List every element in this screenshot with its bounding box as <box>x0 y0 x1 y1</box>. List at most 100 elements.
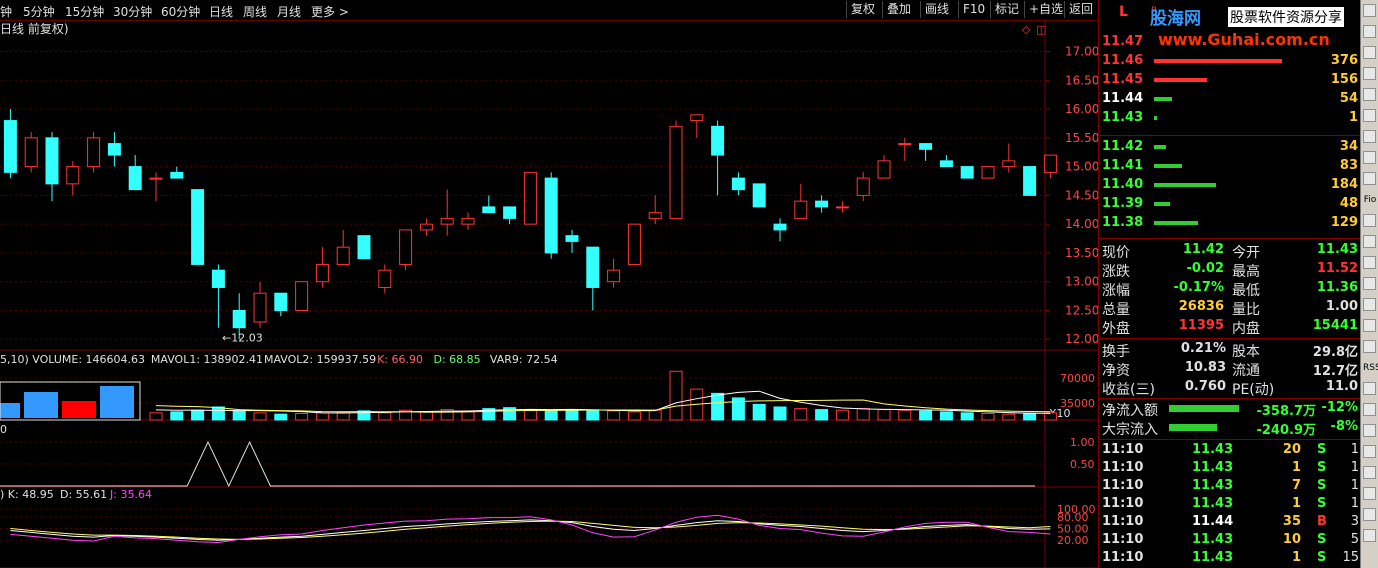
candle-body[interactable] <box>565 235 579 242</box>
candle-body[interactable] <box>128 166 142 191</box>
period-tab-5[interactable]: 日线 <box>209 3 233 20</box>
candle-body[interactable] <box>295 281 309 311</box>
sidebar-icon-2[interactable] <box>1363 25 1376 38</box>
period-tab-0[interactable]: 钟 <box>0 3 12 20</box>
candle-body[interactable] <box>399 229 413 265</box>
period-tab-4[interactable]: 60分钟 <box>161 3 200 20</box>
toolbar-button-5[interactable]: +自选 <box>1024 1 1067 18</box>
candle-body[interactable] <box>981 166 995 179</box>
period-tab-6[interactable]: 周线 <box>243 3 267 20</box>
candle-body[interactable] <box>274 292 288 311</box>
sidebar-icon-19[interactable] <box>1363 382 1376 395</box>
sidebar-icon-3[interactable] <box>1363 46 1376 59</box>
bid-row-0[interactable]: 11.42 34 <box>1099 139 1361 157</box>
candle-body[interactable] <box>669 125 683 219</box>
candle-body[interactable] <box>627 223 641 265</box>
sidebar-icon-8[interactable] <box>1363 151 1376 164</box>
toolbar-button-0[interactable]: 复权 <box>846 1 879 18</box>
candle-body[interactable] <box>773 223 787 231</box>
sidebar-icon-21[interactable] <box>1363 424 1376 437</box>
sidebar-icon-14[interactable] <box>1363 277 1376 290</box>
candle-body[interactable] <box>711 125 725 156</box>
toolbar-button-4[interactable]: 标记 <box>990 1 1023 18</box>
candle-body[interactable] <box>87 137 101 168</box>
candle-body[interactable] <box>648 212 662 219</box>
candle-body[interactable] <box>898 143 912 146</box>
period-tab-8[interactable]: 更多 > <box>311 3 349 20</box>
candle-body[interactable] <box>440 217 454 225</box>
candle-body[interactable] <box>107 143 121 156</box>
candle-body[interactable] <box>461 217 475 225</box>
candle-body[interactable] <box>877 160 891 179</box>
toolbar-button-1[interactable]: 叠加 <box>882 1 915 18</box>
sidebar-icon-24[interactable] <box>1363 487 1376 500</box>
candle-body[interactable] <box>523 171 537 225</box>
candle-body[interactable] <box>856 177 870 196</box>
candle-body[interactable] <box>586 246 600 288</box>
candle-body[interactable] <box>731 177 745 191</box>
candle-body[interactable] <box>482 206 496 214</box>
period-tab-3[interactable]: 30分钟 <box>113 3 152 20</box>
candle-body[interactable] <box>253 292 267 323</box>
ask-row-1[interactable]: 11.46 376 <box>1099 53 1361 71</box>
candle-body[interactable] <box>149 177 163 180</box>
ask-row-3[interactable]: 11.44 54 <box>1099 91 1361 109</box>
candle-body[interactable] <box>211 269 225 288</box>
sidebar-icon-20[interactable] <box>1363 403 1376 416</box>
candle-body[interactable] <box>1002 160 1016 168</box>
candle-body[interactable] <box>544 177 558 254</box>
period-tab-7[interactable]: 月线 <box>277 3 301 20</box>
candle-body[interactable] <box>336 246 350 265</box>
sidebar-icon-15[interactable] <box>1363 298 1376 311</box>
sidebar-icon-17[interactable] <box>1363 340 1376 353</box>
candle-body[interactable] <box>939 160 953 168</box>
sidebar-icon-22[interactable] <box>1363 445 1376 458</box>
sidebar-icon-16[interactable] <box>1363 319 1376 332</box>
bid-row-3[interactable]: 11.39 48 <box>1099 196 1361 214</box>
toolbar-button-6[interactable]: 返回 <box>1064 1 1097 18</box>
chart-expand-icon[interactable]: ◫ <box>1036 23 1046 36</box>
candle-body[interactable] <box>170 171 184 179</box>
candle-body[interactable] <box>1043 154 1057 173</box>
sidebar-icon-12[interactable] <box>1363 235 1376 248</box>
candle-body[interactable] <box>919 143 933 150</box>
candle-body[interactable] <box>45 137 59 185</box>
candle-body[interactable] <box>378 269 392 288</box>
candle-body[interactable] <box>232 309 246 329</box>
sidebar-icon-23[interactable] <box>1363 466 1376 479</box>
tick-row[interactable]: 11:10 11.43 1 S 1 <box>1099 460 1361 478</box>
candle-body[interactable] <box>191 189 205 265</box>
candle-body[interactable] <box>419 223 433 231</box>
candle-body[interactable] <box>794 200 808 219</box>
ask-row-4[interactable]: 11.43 1 <box>1099 110 1361 128</box>
tick-row[interactable]: 11:10 11.43 7 S 1 <box>1099 478 1361 496</box>
sidebar-icon-5[interactable] <box>1363 88 1376 101</box>
candle-body[interactable] <box>1023 166 1037 196</box>
candle-body[interactable] <box>503 206 517 219</box>
period-tab-2[interactable]: 15分钟 <box>65 3 104 20</box>
candle-body[interactable] <box>752 183 766 208</box>
toolbar-button-2[interactable]: 画线 <box>920 1 953 18</box>
candle-body[interactable] <box>607 269 621 283</box>
sidebar-icon-13[interactable] <box>1363 256 1376 269</box>
sidebar-icon-26[interactable] <box>1363 529 1376 542</box>
chart-mode-icon[interactable]: ◇ <box>1022 23 1031 36</box>
candle-body[interactable] <box>815 200 829 208</box>
period-tab-1[interactable]: 5分钟 <box>23 3 55 20</box>
sidebar-icon-7[interactable] <box>1363 130 1376 143</box>
sidebar-icon-9[interactable] <box>1363 172 1376 185</box>
sidebar-icon-10[interactable]: Fio <box>1363 193 1377 207</box>
tick-row[interactable]: 11:10 11.44 35 B 3 <box>1099 514 1361 532</box>
sidebar-icon-25[interactable] <box>1363 508 1376 521</box>
sidebar-icon-6[interactable] <box>1363 109 1376 122</box>
tick-row[interactable]: 11:10 11.43 10 S 5 <box>1099 532 1361 550</box>
candle-body[interactable] <box>24 137 38 168</box>
candle-body[interactable] <box>3 120 17 173</box>
candle-body[interactable] <box>66 166 80 185</box>
candle-body[interactable] <box>315 263 329 283</box>
kline-chart-area[interactable]: 日线 前复权) ◇ ◫ 17.00 16.50 16.00 15.50 15.00 14.50 1… <box>0 20 1098 568</box>
candle-body[interactable] <box>835 206 849 209</box>
sidebar-icon-18[interactable]: RSS <box>1363 361 1378 375</box>
tick-row[interactable]: 11:10 11.43 1 S 15 <box>1099 550 1361 568</box>
candle-body[interactable] <box>690 114 704 122</box>
